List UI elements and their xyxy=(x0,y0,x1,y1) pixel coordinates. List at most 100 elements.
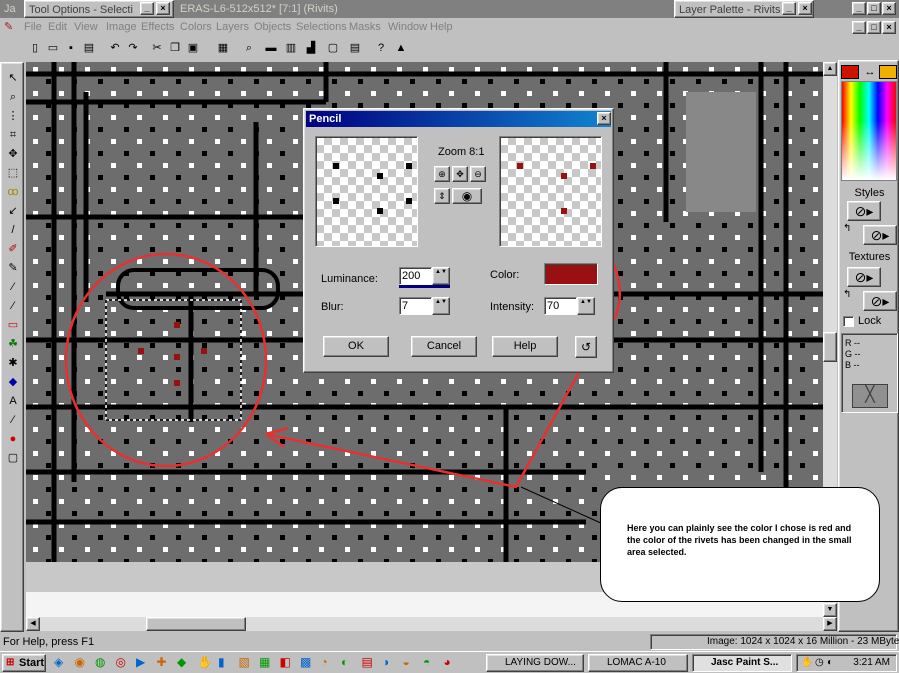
quick-launch-icon[interactable]: ▦ xyxy=(259,655,270,669)
doc-close-button[interactable]: × xyxy=(882,21,896,34)
quick-launch-icon[interactable]: ▩ xyxy=(300,655,311,669)
quick-launch-icon[interactable]: ◈ xyxy=(54,655,63,669)
quick-launch-icon[interactable]: ◑ xyxy=(382,655,389,669)
zoom-out-button[interactable]: ⊖ xyxy=(470,166,486,182)
save-icon[interactable]: ▪ xyxy=(62,39,80,57)
layers-icon[interactable]: ▤ xyxy=(346,39,364,57)
overview-icon[interactable]: ▢ xyxy=(324,39,342,57)
dropper-tool-icon[interactable]: ↙ xyxy=(4,202,22,220)
menu-edit[interactable]: Edit xyxy=(48,18,67,36)
app-icon[interactable]: ✎ xyxy=(4,20,18,34)
fill-style-button[interactable]: ⊘▸ xyxy=(863,225,897,245)
zoom-tool-icon[interactable]: ⌕ xyxy=(4,88,22,106)
tool-options-close-button[interactable]: × xyxy=(156,2,170,15)
blur-input[interactable]: 7 xyxy=(399,297,432,315)
selection-tool-icon[interactable]: ⬚ xyxy=(4,164,22,182)
object-selector-icon[interactable]: ▢ xyxy=(4,449,22,467)
scroll-up-button[interactable]: ▲ xyxy=(823,62,837,76)
quick-launch-icon[interactable]: ◕ xyxy=(444,655,451,669)
draw-tool-icon[interactable]: ∕ xyxy=(4,411,22,429)
freehand-tool-icon[interactable]: ꝏ xyxy=(4,183,22,201)
arrow-tool-icon[interactable]: ↖ xyxy=(4,69,22,87)
stroke-style-button[interactable]: ⊘▸ xyxy=(847,201,881,221)
menu-masks[interactable]: Masks xyxy=(349,18,381,36)
quick-launch-icon[interactable]: ◓ xyxy=(423,655,430,669)
mover-tool-icon[interactable]: ✥ xyxy=(4,145,22,163)
swap-textures-icon[interactable]: ↰ xyxy=(843,289,851,300)
doc-restore-button[interactable]: □ xyxy=(867,21,881,34)
luminance-spinner[interactable]: ▲▼ xyxy=(432,267,450,285)
fill-texture-button[interactable]: ⊘▸ xyxy=(863,291,897,311)
airbrush-icon[interactable]: ✱ xyxy=(4,354,22,372)
dialog-close-button[interactable]: × xyxy=(597,112,611,125)
task-laying-down[interactable]: LAYING DOW... xyxy=(486,654,584,672)
deform-tool-icon[interactable]: ⋮ xyxy=(4,107,22,125)
text-tool-icon[interactable]: A xyxy=(4,392,22,410)
color-swatch-button[interactable] xyxy=(544,263,598,285)
menu-view[interactable]: View xyxy=(74,18,98,36)
doc-minimize-button[interactable]: _ xyxy=(852,21,866,34)
clone-tool-icon[interactable]: ✐ xyxy=(4,240,22,258)
scroll-right-button[interactable]: ▶ xyxy=(823,617,837,631)
color-palette-icon[interactable]: ▥ xyxy=(282,39,300,57)
quick-launch-icon[interactable]: ◧ xyxy=(280,655,291,669)
pan-button[interactable]: ✥ xyxy=(452,166,468,182)
lock-icon[interactable]: ▲ xyxy=(392,39,410,57)
layer-palette-close-button[interactable]: × xyxy=(798,2,812,15)
menu-help[interactable]: Help xyxy=(430,18,453,36)
quick-launch-icon[interactable]: ◐ xyxy=(341,655,348,669)
redo-icon[interactable]: ↷ xyxy=(124,39,142,57)
print-icon[interactable]: ▤ xyxy=(80,39,98,57)
color-picker-spectrum[interactable] xyxy=(841,81,897,181)
menu-selections[interactable]: Selections xyxy=(296,18,347,36)
undo-icon[interactable]: ↶ xyxy=(106,39,124,57)
intensity-input[interactable]: 70 xyxy=(544,297,577,315)
quick-launch-icon[interactable]: ✋ xyxy=(198,655,213,669)
quick-launch-icon[interactable]: ▤ xyxy=(362,655,373,669)
color-replacer-icon[interactable]: ✎ xyxy=(4,259,22,277)
scroll-left-button[interactable]: ◀ xyxy=(26,617,40,631)
menu-image[interactable]: Image xyxy=(106,18,137,36)
before-preview[interactable] xyxy=(315,136,418,247)
flood-fill-icon[interactable]: ◆ xyxy=(4,373,22,391)
zoom-icon[interactable]: ⌕ xyxy=(240,39,258,57)
quick-launch-icon[interactable]: ▧ xyxy=(239,655,250,669)
quick-launch-icon[interactable]: ◍ xyxy=(95,655,105,669)
preset-shapes-icon[interactable]: ● xyxy=(4,430,22,448)
task-lomac[interactable]: LOMAC A-10 xyxy=(588,654,688,672)
menu-effects[interactable]: Effects xyxy=(141,18,174,36)
scroll-down-button[interactable]: ▼ xyxy=(823,603,837,617)
scratch-remover-icon[interactable]: ∕ xyxy=(4,297,22,315)
quick-launch-icon[interactable]: ◒ xyxy=(403,655,410,669)
crop-tool-icon[interactable]: ⌗ xyxy=(4,126,22,144)
task-paint-shop[interactable]: Jasc Paint S... xyxy=(692,654,792,672)
navigate-button[interactable]: ⇕ xyxy=(434,188,450,204)
luminance-input[interactable]: 200 xyxy=(399,267,432,285)
start-button[interactable]: ⊞ Start xyxy=(2,654,46,672)
lock-checkbox[interactable] xyxy=(843,316,854,327)
horizontal-scroll-thumb[interactable] xyxy=(146,617,246,631)
cancel-button[interactable]: Cancel xyxy=(411,336,477,357)
browse-icon[interactable]: ▦ xyxy=(214,39,232,57)
background-color-swatch[interactable] xyxy=(879,65,897,79)
picture-tube-icon[interactable]: ☘ xyxy=(4,335,22,353)
menu-window[interactable]: Window xyxy=(388,18,427,36)
intensity-spinner[interactable]: ▲▼ xyxy=(577,297,595,315)
histogram-icon[interactable]: ▟ xyxy=(302,39,320,57)
auto-proof-eye-icon[interactable]: ◉ xyxy=(452,188,482,204)
tool-options-minimize-button[interactable]: _ xyxy=(140,2,154,15)
layer-palette-minimize-button[interactable]: _ xyxy=(782,2,796,15)
quick-launch-icon[interactable]: ▮ xyxy=(218,655,225,669)
tray-clock-icon[interactable]: ◷ xyxy=(815,655,824,671)
app-maximize-button[interactable]: □ xyxy=(867,2,881,15)
app-minimize-button[interactable]: _ xyxy=(852,2,866,15)
app-close-button[interactable]: × xyxy=(882,2,896,15)
menu-objects[interactable]: Objects xyxy=(254,18,291,36)
swap-colors-icon[interactable]: ↔ xyxy=(863,65,877,79)
foreground-color-swatch[interactable] xyxy=(841,65,859,79)
quick-launch-icon[interactable]: ✚ xyxy=(157,655,167,669)
horizontal-scrollbar[interactable]: ◀ ▶ xyxy=(26,617,837,631)
paste-icon[interactable]: ▣ xyxy=(184,39,202,57)
menu-file[interactable]: File xyxy=(24,18,42,36)
open-icon[interactable]: ▭ xyxy=(44,39,62,57)
